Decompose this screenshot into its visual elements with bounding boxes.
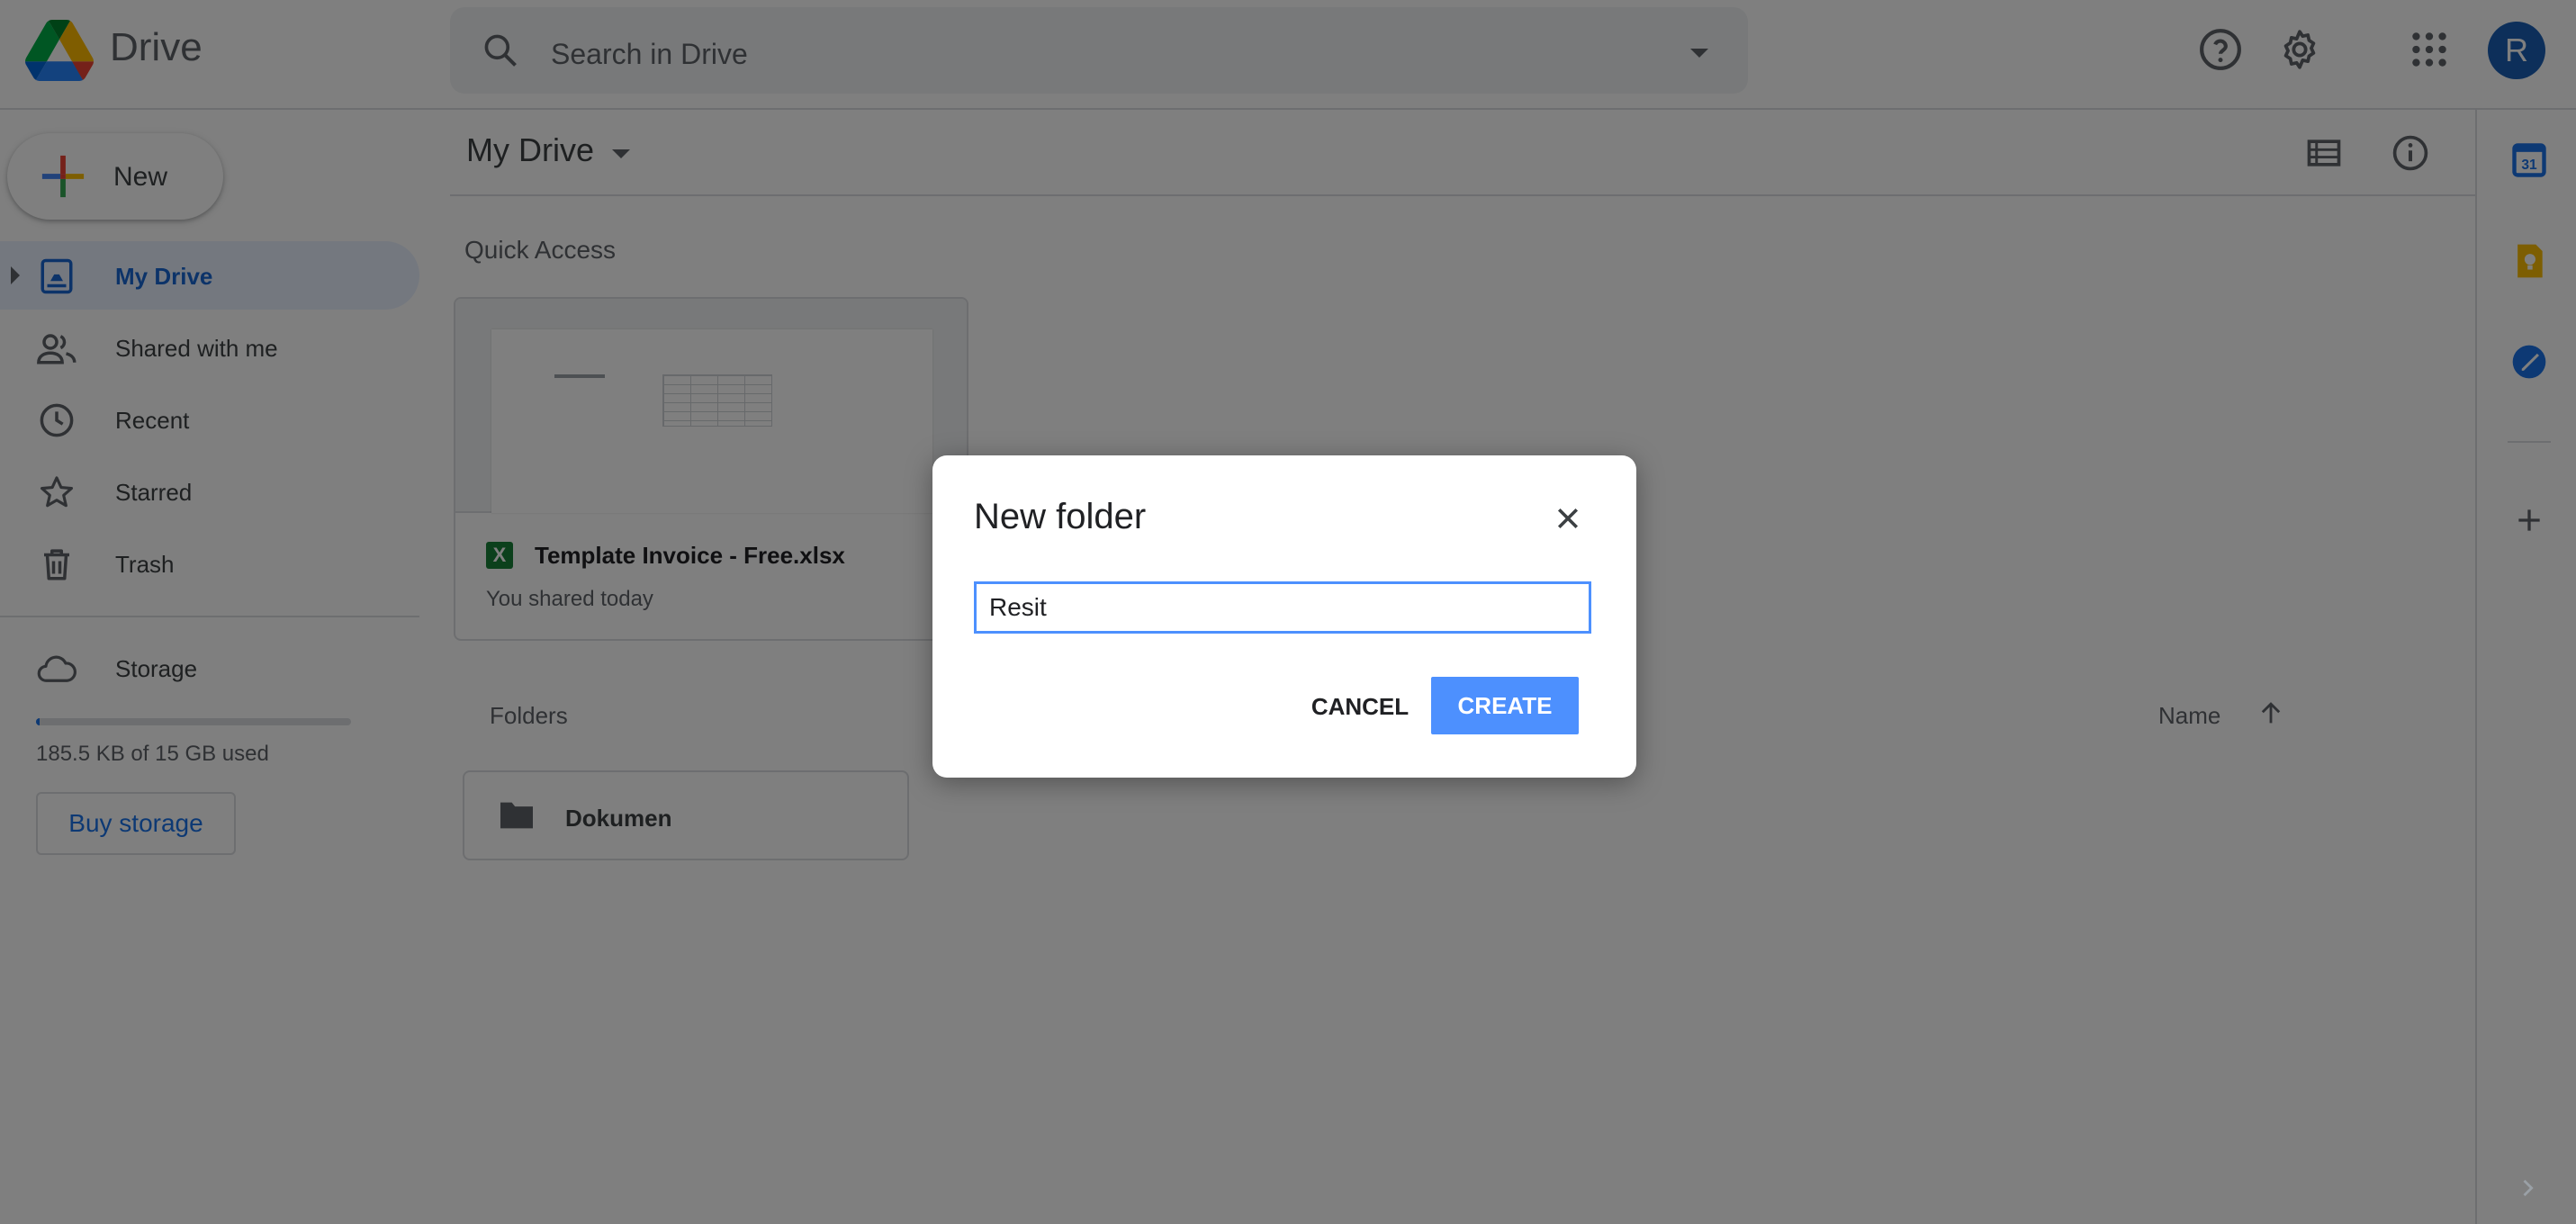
close-icon[interactable]	[1552, 502, 1584, 535]
folder-name-input[interactable]	[974, 581, 1591, 634]
chevron-right-icon[interactable]	[2515, 1175, 2540, 1201]
create-button[interactable]: CREATE	[1431, 677, 1579, 734]
new-folder-dialog: New folder CANCEL CREATE	[932, 455, 1636, 778]
dialog-title: New folder	[974, 497, 1147, 536]
cancel-button[interactable]: CANCEL	[1265, 677, 1455, 736]
